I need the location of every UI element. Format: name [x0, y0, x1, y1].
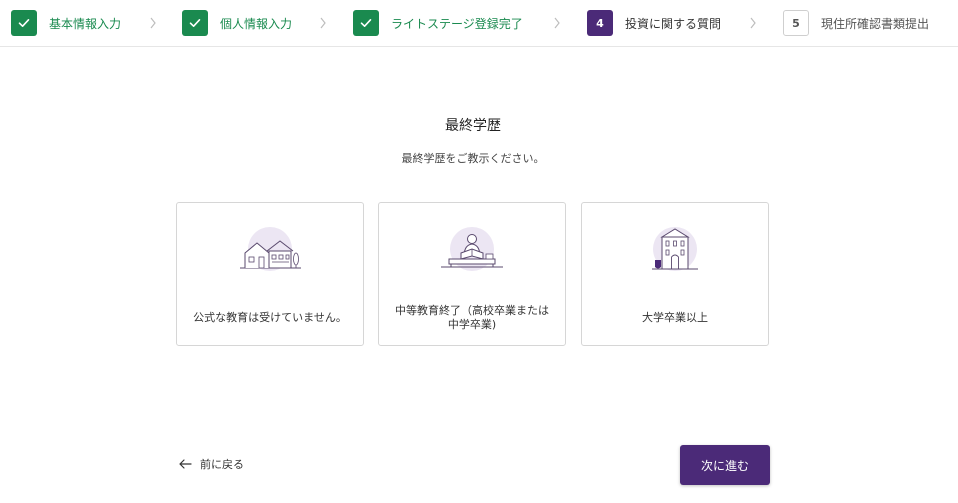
- chevron-right-icon: [554, 17, 560, 29]
- next-button[interactable]: 次に進む: [680, 445, 770, 485]
- option-card-university-graduate[interactable]: 大学卒業以上: [581, 202, 769, 346]
- step-label: 基本情報入力: [49, 16, 122, 31]
- option-card-no-formal-education[interactable]: 公式な教育は受けていません。: [176, 202, 364, 346]
- step-light-stage-complete: ライトステージ登録完了: [353, 10, 523, 36]
- check-icon: [182, 10, 208, 36]
- option-label: 大学卒業以上: [642, 311, 708, 324]
- step-label: 投資に関する質問: [625, 16, 722, 31]
- option-label: 中等教育終了（高校卒業または中学卒業): [395, 304, 549, 331]
- step-address-documents: 5 現住所確認書類提出: [783, 10, 929, 36]
- step-basic-info: 基本情報入力: [11, 10, 121, 36]
- step-investment-questions: 4 投資に関する質問: [587, 10, 721, 36]
- arrow-left-icon: [179, 459, 192, 469]
- university-building-illustration-icon: [652, 227, 698, 271]
- question-title: 最終学歴: [445, 118, 501, 134]
- check-icon: [11, 10, 37, 36]
- back-button[interactable]: 前に戻る: [178, 455, 244, 473]
- step-number-badge: 5: [783, 10, 809, 36]
- chevron-right-icon: [750, 17, 756, 29]
- chevron-right-icon: [320, 17, 326, 29]
- progress-stepper: 基本情報入力 個人情報入力 ライトステージ登録完了 4 投資に関する質問 5 現…: [0, 0, 958, 47]
- back-label: 前に戻る: [200, 458, 244, 471]
- step-label: 現住所確認書類提出: [821, 16, 930, 31]
- question-subtitle: 最終学歴をご教示ください。: [401, 152, 545, 165]
- chevron-right-icon: [150, 17, 156, 29]
- check-icon: [353, 10, 379, 36]
- option-card-secondary-education[interactable]: 中等教育終了（高校卒業または中学卒業): [378, 202, 566, 346]
- step-label: 個人情報入力: [220, 16, 293, 31]
- step-number-badge: 4: [587, 10, 613, 36]
- student-desk-illustration-icon: [441, 227, 503, 271]
- step-label: ライトステージ登録完了: [391, 16, 523, 31]
- option-label: 公式な教育は受けていません。: [193, 311, 347, 324]
- step-personal-info: 個人情報入力: [182, 10, 292, 36]
- farmhouse-illustration-icon: [240, 227, 301, 271]
